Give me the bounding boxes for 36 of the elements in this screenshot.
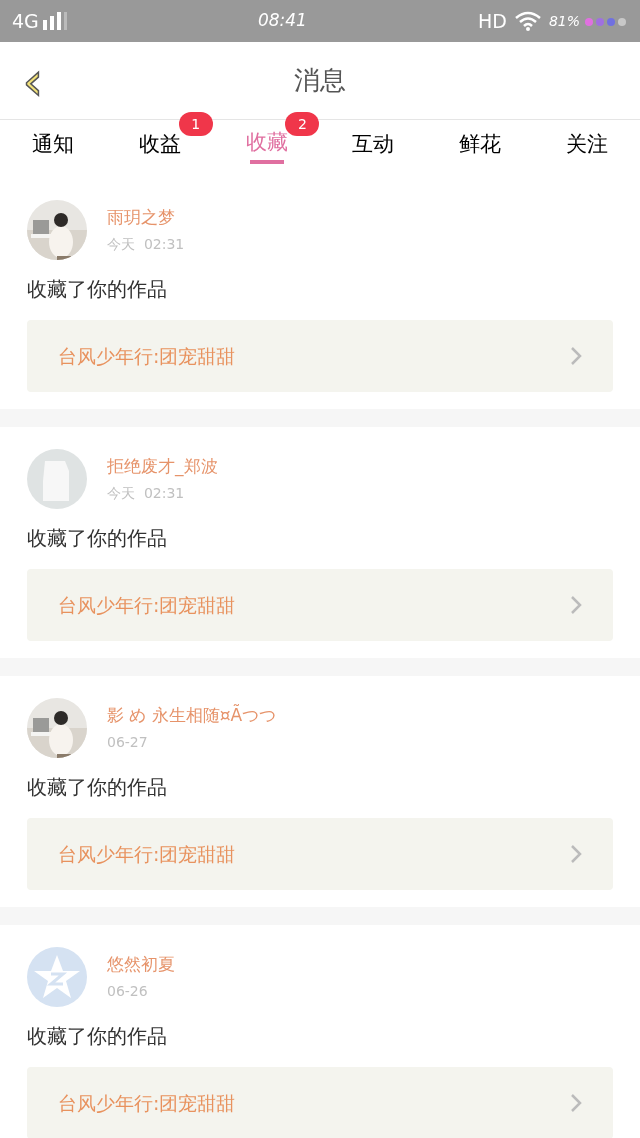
count-badge: 2 bbox=[285, 112, 320, 136]
user-name[interactable]: 悠然初夏 bbox=[107, 952, 175, 978]
avatar-icon bbox=[27, 449, 87, 509]
chevron-right-icon bbox=[570, 346, 582, 366]
chevron-right-icon bbox=[570, 844, 582, 864]
page-title: 消息 bbox=[294, 64, 346, 97]
message-time: 06-26 bbox=[107, 981, 149, 1001]
message-text: 收藏了你的作品 bbox=[27, 276, 168, 303]
message-time: 06-27 bbox=[107, 732, 149, 752]
user-name[interactable]: 雨玥之梦 bbox=[107, 205, 185, 231]
network-label: 4G bbox=[12, 8, 39, 34]
clock: 08:41 bbox=[256, 9, 308, 33]
tab[interactable]: 通知 bbox=[0, 120, 107, 170]
user-name[interactable]: 拒绝废才_郑波 bbox=[107, 454, 218, 480]
wifi-icon bbox=[514, 11, 541, 31]
tab[interactable]: 互动 bbox=[320, 120, 427, 170]
tab[interactable]: 关注 bbox=[533, 120, 640, 170]
message-time: 今天 02:31 bbox=[107, 234, 185, 254]
message-text: 收藏了你的作品 bbox=[27, 525, 168, 552]
work-link[interactable]: 台风少年行:团宠甜甜 bbox=[27, 569, 613, 641]
battery-label: 81% bbox=[548, 11, 580, 31]
chevron-right-icon bbox=[570, 1093, 582, 1113]
chevron-right-icon bbox=[570, 595, 582, 615]
signal-icon bbox=[42, 12, 67, 30]
message-text: 收藏了你的作品 bbox=[27, 1023, 168, 1050]
tab[interactable]: 鲜花 bbox=[426, 120, 534, 170]
count-badge: 1 bbox=[178, 112, 213, 136]
work-link[interactable]: 台风少年行:团宠甜甜 bbox=[27, 818, 613, 890]
work-link[interactable]: 台风少年行:团宠甜甜 bbox=[27, 1067, 613, 1138]
hd-label: HD bbox=[477, 8, 507, 34]
back-button[interactable]: ‹ bbox=[16, 56, 50, 106]
message-time: 今天 02:31 bbox=[107, 483, 186, 503]
star-avatar-icon bbox=[27, 947, 87, 1007]
user-name[interactable]: 影 め 永生相随¤Ãつつ bbox=[107, 703, 277, 729]
work-link[interactable]: 台风少年行:团宠甜甜 bbox=[27, 320, 613, 392]
message-text: 收藏了你的作品 bbox=[27, 774, 168, 801]
